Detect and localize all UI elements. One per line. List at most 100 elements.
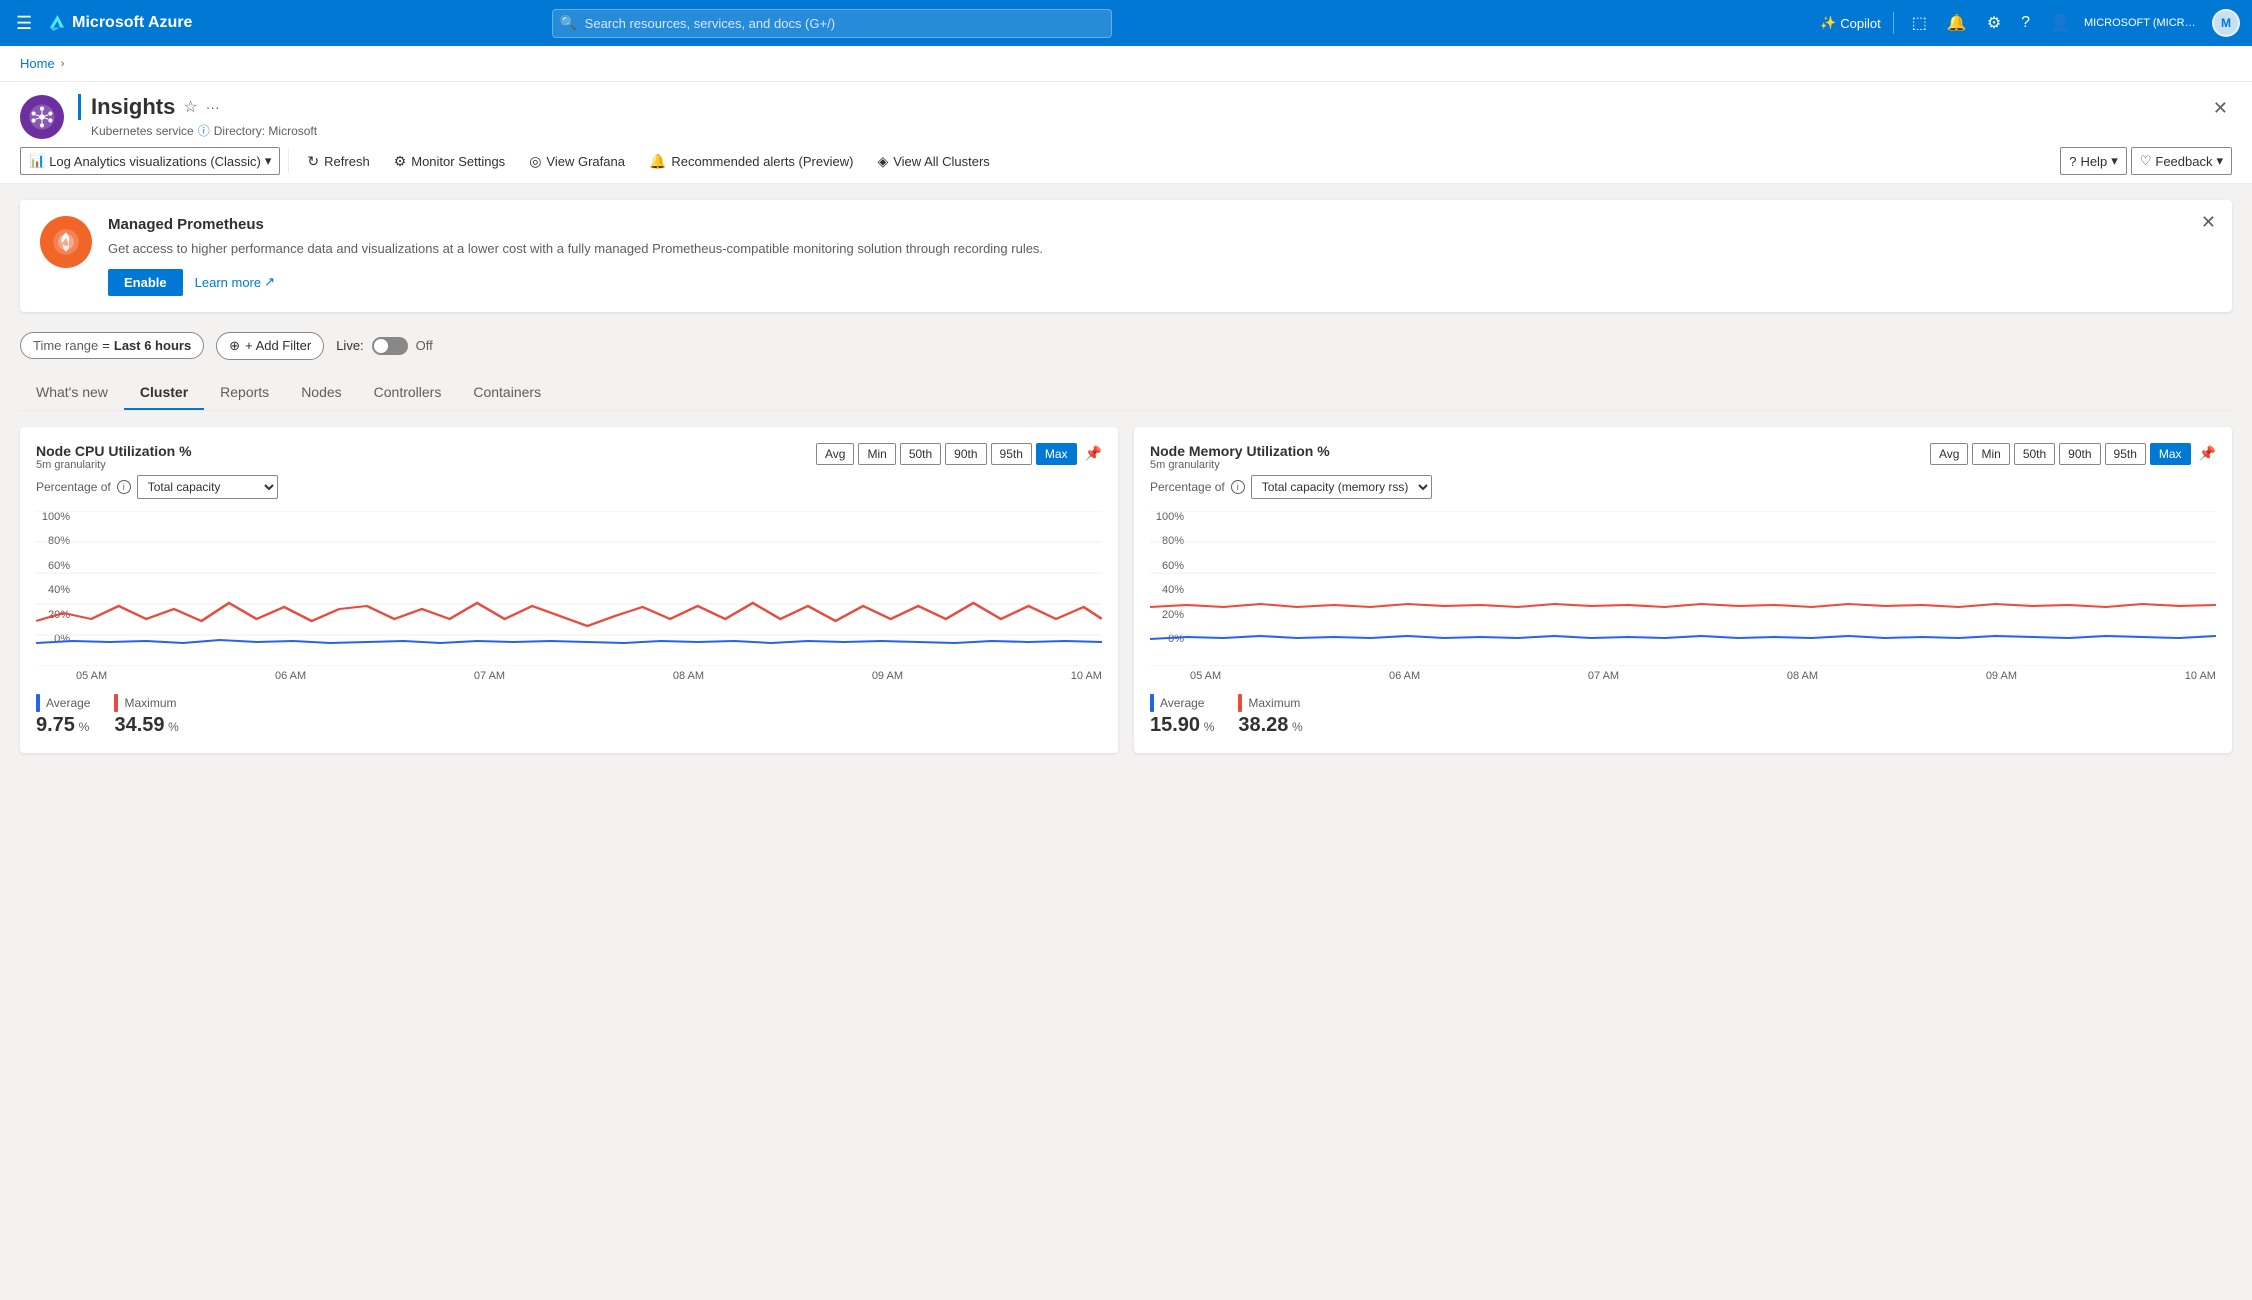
cpu-avg-button[interactable]: Avg (816, 443, 854, 465)
memory-avg-stat: Average 15.90 % (1150, 694, 1214, 737)
feedback-dropdown-button[interactable]: ♡ Feedback ▾ (2131, 147, 2232, 175)
memory-avg-button[interactable]: Avg (1930, 443, 1968, 465)
banner-close-button[interactable]: ✕ (2201, 212, 2216, 233)
memory-pin-button[interactable]: 📌 (2199, 445, 2216, 462)
azure-logo: Microsoft Azure (46, 13, 192, 33)
portal-icon-button[interactable]: ⬚ (1906, 9, 1933, 37)
cpu-max-unit: % (168, 720, 179, 734)
external-link-icon: ↗ (264, 274, 275, 290)
hamburger-button[interactable]: ☰ (12, 9, 36, 38)
tab-nodes[interactable]: Nodes (285, 376, 357, 410)
view-mode-chevron-icon: ▾ (265, 153, 272, 169)
breadcrumb-chevron: › (61, 58, 65, 70)
cpu-max-value: 34.59 (114, 714, 164, 736)
user-account-text: MICROSOFT (MICROSOFT.ONMI... (2084, 17, 2204, 29)
memory-percentage-label: Percentage of (1150, 480, 1225, 494)
notifications-bell-button[interactable]: 🔔 (1941, 9, 1973, 37)
banner-text: Get access to higher performance data an… (108, 239, 2212, 259)
help-label: Help (2080, 154, 2107, 169)
help-dropdown-button[interactable]: ? Help ▾ (2060, 147, 2127, 175)
memory-chart-subtitle: 5m granularity (1150, 459, 1330, 471)
close-page-button[interactable]: ✕ (2209, 94, 2232, 123)
memory-percentage-select[interactable]: Total capacity (memory rss) Allocatable … (1251, 475, 1432, 499)
page-title-area: Insights ☆ ··· Kubernetes service ⓘ Dire… (78, 94, 2195, 139)
memory-chart-stats: Average 15.90 % Maximum 38.28 % (1150, 694, 2216, 737)
copilot-icon: ✨ (1820, 15, 1836, 31)
tab-cluster[interactable]: Cluster (124, 376, 204, 410)
cpu-90th-button[interactable]: 90th (945, 443, 986, 465)
feedback-heart-icon: ♡ (2140, 153, 2152, 169)
cpu-max-stat: Maximum 34.59 % (114, 694, 178, 737)
view-mode-dropdown[interactable]: 📊 Log Analytics visualizations (Classic)… (20, 147, 280, 175)
help-chevron-icon: ▾ (2111, 153, 2118, 169)
memory-90th-button[interactable]: 90th (2059, 443, 2100, 465)
cpu-chart-svg (36, 511, 1102, 666)
time-range-filter[interactable]: Time range = Last 6 hours (20, 332, 204, 359)
settings-gear-button[interactable]: ⚙ (1981, 9, 2007, 37)
cpu-x-label-05am: 05 AM (76, 670, 107, 682)
feedback-label: Feedback (2155, 154, 2212, 169)
memory-min-button[interactable]: Min (1972, 443, 2009, 465)
enable-button[interactable]: Enable (108, 269, 183, 296)
tabs-row: What's new Cluster Reports Nodes Control… (20, 376, 2232, 411)
memory-x-label-10am: 10 AM (2185, 670, 2216, 682)
memory-x-label-09am: 09 AM (1986, 670, 2017, 682)
cpu-chart-subtitle: 5m granularity (36, 459, 192, 471)
view-mode-icon: 📊 (29, 153, 45, 169)
cpu-avg-stat: Average 9.75 % (36, 694, 90, 737)
memory-50th-button[interactable]: 50th (2014, 443, 2055, 465)
cpu-95th-button[interactable]: 95th (991, 443, 1032, 465)
memory-95th-button[interactable]: 95th (2105, 443, 2146, 465)
monitor-settings-button[interactable]: ⚙ Monitor Settings (384, 148, 516, 175)
charts-grid: Node CPU Utilization % 5m granularity Av… (20, 427, 2232, 753)
memory-avg-indicator (1150, 694, 1154, 712)
home-breadcrumb-link[interactable]: Home (20, 56, 55, 71)
main-content: Managed Prometheus Get access to higher … (0, 184, 2252, 1300)
search-input[interactable] (552, 9, 1112, 38)
cpu-x-label-10am: 10 AM (1071, 670, 1102, 682)
azure-logo-text: Microsoft Azure (72, 14, 192, 32)
cpu-50th-button[interactable]: 50th (900, 443, 941, 465)
memory-chart-title: Node Memory Utilization % (1150, 443, 1330, 459)
cpu-min-button[interactable]: Min (858, 443, 895, 465)
add-filter-button[interactable]: ⊕ + Add Filter (216, 332, 324, 360)
view-grafana-button[interactable]: ◎ View Grafana (519, 148, 635, 175)
tab-controllers[interactable]: Controllers (358, 376, 458, 410)
memory-x-label-05am: 05 AM (1190, 670, 1221, 682)
search-icon: 🔍 (560, 15, 577, 32)
feedback-person-button[interactable]: 👤 (2044, 9, 2076, 37)
kubernetes-icon (20, 95, 64, 139)
tab-whats-new[interactable]: What's new (20, 376, 124, 410)
memory-max-button[interactable]: Max (2150, 443, 2191, 465)
live-toggle: Live: Off (336, 337, 433, 355)
banner-title: Managed Prometheus (108, 216, 2212, 233)
tab-containers[interactable]: Containers (457, 376, 557, 410)
memory-max-indicator (1238, 694, 1242, 712)
directory-info-icon[interactable]: ⓘ (198, 122, 210, 139)
refresh-label: Refresh (324, 154, 370, 169)
cpu-utilization-chart: Node CPU Utilization % 5m granularity Av… (20, 427, 1118, 753)
copilot-button[interactable]: ✨ Copilot (1820, 15, 1881, 31)
favorite-star-button[interactable]: ☆ (183, 97, 197, 117)
cpu-pin-button[interactable]: 📌 (1085, 445, 1102, 462)
refresh-button[interactable]: ↻ Refresh (297, 148, 379, 175)
help-question-button[interactable]: ? (2015, 10, 2036, 36)
time-range-value: Last 6 hours (114, 338, 191, 353)
tab-reports[interactable]: Reports (204, 376, 285, 410)
more-options-button[interactable]: ··· (206, 99, 220, 115)
cpu-percentage-label: Percentage of (36, 480, 111, 494)
memory-utilization-chart: Node Memory Utilization % 5m granularity… (1134, 427, 2232, 753)
cpu-max-button[interactable]: Max (1036, 443, 1077, 465)
recommended-alerts-button[interactable]: 🔔 Recommended alerts (Preview) (639, 148, 864, 175)
avatar[interactable]: M (2212, 9, 2240, 37)
live-toggle-switch[interactable] (372, 337, 408, 355)
view-all-clusters-icon: ◈ (877, 153, 888, 170)
learn-more-link[interactable]: Learn more ↗ (195, 274, 275, 290)
cpu-percentage-select[interactable]: Total capacity Allocatable capacity (137, 475, 278, 499)
cpu-avg-indicator (36, 694, 40, 712)
cpu-info-icon[interactable]: i (117, 480, 131, 494)
memory-info-icon[interactable]: i (1231, 480, 1245, 494)
memory-max-unit: % (1292, 720, 1303, 734)
view-all-clusters-button[interactable]: ◈ View All Clusters (867, 148, 999, 175)
cpu-x-label-08am: 08 AM (673, 670, 704, 682)
